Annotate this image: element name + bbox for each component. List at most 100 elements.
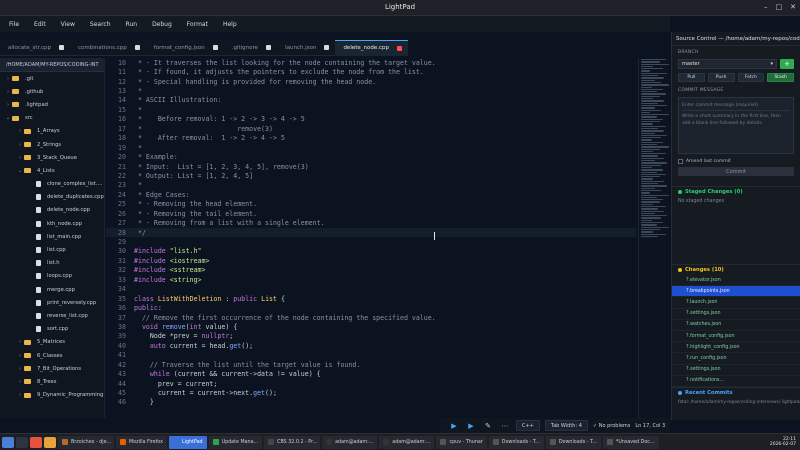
- tab-close-icon[interactable]: [212, 45, 218, 50]
- tab-close-icon[interactable]: [134, 45, 140, 50]
- code-line[interactable]: 24 * Edge Cases:: [106, 190, 636, 199]
- language-selector[interactable]: C++: [516, 420, 540, 431]
- push-button[interactable]: Push: [707, 73, 735, 82]
- tree-item[interactable]: list.cpp: [0, 243, 104, 256]
- files-launcher-icon[interactable]: [44, 436, 56, 448]
- code-line[interactable]: 18 * After removal: 1 -> 2 -> 4 -> 5: [106, 134, 636, 143]
- code-line[interactable]: 10 * - It traverses the list looking for…: [106, 58, 636, 67]
- stash-button[interactable]: Stash: [767, 73, 794, 82]
- tree-item[interactable]: › 3_Stack_Queue: [0, 151, 104, 164]
- tree-item[interactable]: › 6_Classes: [0, 349, 104, 362]
- taskbar-task[interactable]: cpuv - Thunar: [436, 435, 487, 449]
- menu-view[interactable]: View: [61, 21, 75, 28]
- tab-close-icon[interactable]: [324, 45, 330, 50]
- wand-icon[interactable]: ✎: [482, 420, 494, 432]
- code-line[interactable]: 35 class ListWithDeletion : public List {: [106, 294, 636, 303]
- fetch-button[interactable]: Fetch: [737, 73, 765, 82]
- code-line[interactable]: 39 Node *prev = nullptr;: [106, 332, 636, 341]
- tree-item[interactable]: › 7_Bit_Operations: [0, 362, 104, 375]
- tree-item[interactable]: print_reversely.cpp: [0, 296, 104, 309]
- code-line[interactable]: 12 * - Special handling is provided for …: [106, 77, 636, 86]
- change-item[interactable]: ?.settings.json: [672, 309, 800, 320]
- tree-item[interactable]: kth_node.cpp: [0, 217, 104, 230]
- pull-button[interactable]: Pull: [678, 73, 705, 82]
- tab-2[interactable]: format_config.json: [146, 40, 224, 56]
- tree-item[interactable]: ⌄ src: [0, 112, 104, 125]
- tree-item[interactable]: › .git: [0, 72, 104, 85]
- code-line[interactable]: 16 * Before removal: 1 -> 2 -> 3 -> 4 ->…: [106, 115, 636, 124]
- change-item[interactable]: ?.notifications...: [672, 376, 800, 387]
- code-line[interactable]: 44 prev = current;: [106, 379, 636, 388]
- taskbar-task[interactable]: adam@adam:...: [322, 435, 378, 449]
- tree-item[interactable]: › 8_Trees: [0, 375, 104, 388]
- code-line[interactable]: 41: [106, 351, 636, 360]
- app-launcher-icon[interactable]: [30, 436, 42, 448]
- tree-item[interactable]: list.h: [0, 257, 104, 270]
- code-line[interactable]: 31 #include <iostream>: [106, 256, 636, 265]
- change-item[interactable]: ?.run_config.json: [672, 353, 800, 365]
- tree-item[interactable]: › 1_Arrays: [0, 125, 104, 138]
- new-branch-button[interactable]: +: [780, 59, 794, 69]
- code-line[interactable]: 19 *: [106, 143, 636, 152]
- recent-commits-header[interactable]: Recent Commits: [672, 386, 800, 398]
- taskbar-task[interactable]: Update Mana...: [208, 435, 263, 449]
- staged-changes-header[interactable]: Staged Changes (0): [672, 186, 800, 197]
- menu-debug[interactable]: Debug: [152, 21, 172, 28]
- tree-item[interactable]: delete_duplicates.cpp: [0, 191, 104, 204]
- taskbar-task[interactable]: Downloads - T...: [545, 435, 601, 449]
- code-line[interactable]: 38 void remove(int value) {: [106, 322, 636, 331]
- maximize-icon[interactable]: □: [776, 3, 783, 11]
- code-line[interactable]: 34: [106, 285, 636, 294]
- code-line[interactable]: 15 *: [106, 105, 636, 114]
- code-line[interactable]: 11 * - If found, it adjusts the pointers…: [106, 67, 636, 76]
- commit-message-box[interactable]: Enter commit message (required) Write a …: [678, 97, 794, 154]
- code-line[interactable]: 36 public:: [106, 303, 636, 312]
- code-line[interactable]: 13 *: [106, 86, 636, 95]
- code-editor[interactable]: 10 * - It traverses the list looking for…: [106, 58, 636, 418]
- tree-item[interactable]: merge.cpp: [0, 283, 104, 296]
- tab-5[interactable]: delete_node.cpp: [335, 39, 408, 56]
- code-line[interactable]: 37 // Remove the first occurrence of the…: [106, 313, 636, 322]
- tree-item[interactable]: sort.cpp: [0, 323, 104, 336]
- code-line[interactable]: 26 * - Removing the tail element.: [106, 209, 636, 218]
- taskbar-task[interactable]: Mozilla Firefox: [116, 435, 167, 449]
- tree-item[interactable]: list_main.cpp: [0, 230, 104, 243]
- code-line[interactable]: 33 #include <string>: [106, 275, 636, 284]
- menu-edit[interactable]: Edit: [34, 21, 46, 28]
- change-item[interactable]: ?.breakpoints.json: [672, 286, 800, 298]
- close-icon[interactable]: ✕: [790, 3, 796, 11]
- code-line[interactable]: 22 * Output: List = [1, 2, 4, 5]: [106, 171, 636, 180]
- debug-run-icon[interactable]: ▶: [465, 420, 477, 432]
- code-line[interactable]: 14 * ASCII Illustration:: [106, 96, 636, 105]
- start-menu-icon[interactable]: [2, 436, 14, 448]
- code-line[interactable]: 27 * - Removing from a list with a singl…: [106, 218, 636, 227]
- taskbar-task[interactable]: *Unsaved Doc...: [602, 435, 659, 449]
- branch-select[interactable]: master ▾: [678, 59, 777, 69]
- menu-help[interactable]: Help: [223, 21, 237, 28]
- tab-3[interactable]: .gitignore: [224, 40, 277, 56]
- change-item[interactable]: ?.launch.json: [672, 297, 800, 309]
- code-line[interactable]: 25 * - Removing the head element.: [106, 200, 636, 209]
- tab-1[interactable]: combinations.cpp: [70, 40, 146, 56]
- menu-search[interactable]: Search: [90, 21, 111, 28]
- menu-format[interactable]: Format: [187, 21, 208, 28]
- code-line[interactable]: 17 * remove(3): [106, 124, 636, 133]
- menu-file[interactable]: File: [9, 21, 19, 28]
- code-line[interactable]: 23 *: [106, 181, 636, 190]
- code-line[interactable]: 30 #include "list.h": [106, 247, 636, 256]
- change-item[interactable]: ?.format_config.json: [672, 331, 800, 343]
- clock[interactable]: 22:11 2026-02-07: [770, 437, 800, 447]
- tab-4[interactable]: launch.json: [277, 40, 335, 56]
- run-icon[interactable]: ▶: [448, 420, 460, 432]
- code-line[interactable]: 42 // Traverse the list until the target…: [106, 360, 636, 369]
- commit-button[interactable]: Commit: [678, 167, 794, 176]
- code-line[interactable]: 43 while (current && current->data != va…: [106, 369, 636, 378]
- taskbar-task[interactable]: CBS 32.0.2 - Pr...: [264, 435, 321, 449]
- change-item[interactable]: ?.highlight_config.json: [672, 342, 800, 354]
- menu-run[interactable]: Run: [126, 21, 138, 28]
- taskbar-task[interactable]: Brzoichex - dje...: [58, 435, 114, 449]
- taskbar-task[interactable]: LightPad: [168, 435, 207, 449]
- commit-summary-input[interactable]: Enter commit message (required): [682, 101, 790, 111]
- minimize-icon[interactable]: –: [764, 3, 768, 11]
- more-icon[interactable]: ⋯: [499, 420, 511, 432]
